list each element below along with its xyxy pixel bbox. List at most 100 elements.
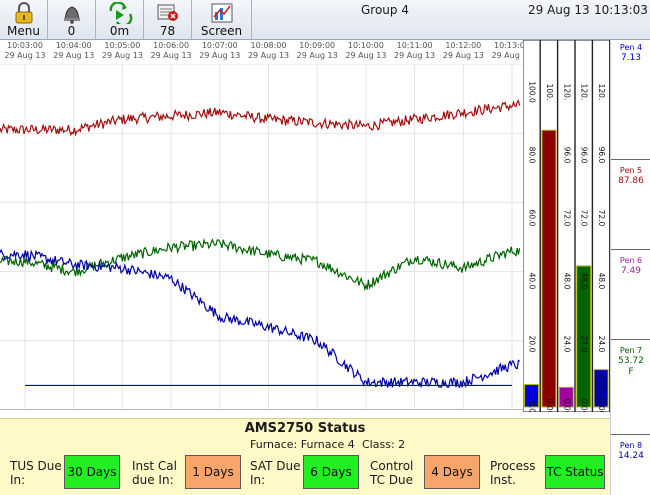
bar-scale-label: 0.00 [597,399,606,412]
tus-due-label: TUS Due In: [10,459,62,487]
pen-readout[interactable]: Pen 6 7.49 [613,255,649,277]
furnace-label: Furnace: Furnace 4 [250,438,355,451]
sat-due-button[interactable]: 6 Days [303,455,359,489]
messages-icon [157,4,178,21]
time-tick-label: 10:12:00 [445,41,482,50]
bar-scale-label: 48.0 [597,273,606,290]
bar-scale-label: 40.0 [528,273,537,290]
time-tick-label: 10:10:00 [347,41,384,50]
messages-count: 78 [159,24,176,38]
bar-scale-label: 100. [545,84,554,101]
bar-scale-label: 96.0 [562,147,571,164]
bar-scale-label: 24.0 [562,336,571,353]
bar-scale-label: 72.0 [580,210,589,227]
series-line [0,248,520,389]
alarms-button[interactable]: 0 [48,0,96,40]
pen-value: 53.72 [618,356,644,366]
pen-value: 7.49 [620,266,642,276]
screen-label: Screen [200,24,243,38]
bar-scale-label: 48.0 [580,273,589,290]
lock-icon [15,2,33,24]
menu-button[interactable]: Menu [0,0,48,40]
date-tick-label: 29 Aug 13 [442,51,484,60]
pen-name: Pen 4 [619,43,643,52]
pen-value: 87.86 [618,176,644,186]
pen-readout[interactable]: Pen 4 7.13 [613,42,649,64]
bar-scale-label: 20.0 [528,336,537,353]
process-inst-label: Process Inst. [490,459,536,487]
bar-scale-label: 24.0 [580,336,589,353]
pen-readout[interactable]: Pen 5 87.86 [613,165,649,187]
pen-divider [611,159,650,160]
bar-scale-label: 48.0 [562,273,571,290]
toolbar: Menu 0 0m 78 Screen Group 4 29 Aug 13 10… [0,0,650,40]
trend-chart [0,64,523,410]
pen-readout[interactable]: Pen 8 14.24 [613,440,649,462]
play-cycle-icon [109,2,133,24]
pen-name: Pen 5 [619,166,643,175]
bar-scale-label: 0.0 [528,401,537,412]
bar-scale-label: 0.00 [545,399,554,412]
messages-button[interactable]: 78 [144,0,192,40]
pen-name: Pen 6 [619,256,643,265]
pen-name: Pen 7 [619,346,643,355]
series-line [0,99,521,137]
time-tick-label: 10:05:00 [104,41,141,50]
time-tick-label: 10:09:00 [299,41,336,50]
bar-scale-label: 100.0 [528,81,537,103]
inst-cal-button[interactable]: 1 Days [185,455,241,489]
time-tick-label: 10:03:00 [7,41,43,50]
alarms-count: 0 [67,24,76,38]
bar-scale-label: 0.00 [562,399,571,412]
control-tc-button[interactable]: 4 Days [424,455,480,489]
inst-cal-label: Inst Cal due In: [132,459,177,487]
time-tick-label: 10:11:00 [396,41,433,50]
bar-graphs: 100.0 80.0 60.0 40.0 20.0 0.0 100. 0.00 120. 96.0… [523,40,610,412]
timer-label: 0m [109,24,130,38]
pen-name: Pen 8 [619,441,643,450]
date-tick-label: 29 Aug 13 [53,51,95,60]
date-tick-label: 29 Aug 13 [4,51,46,60]
pen-divider [611,339,650,340]
bar-scale-label: 96.0 [597,147,606,164]
pen-divider [611,249,650,250]
sat-due-label: SAT Due In: [250,459,301,487]
control-tc-label: Control TC Due [370,459,414,487]
date-tick-label: 29 Aug 13 [199,51,241,60]
date-tick-label: 29 Aug 13 [394,51,436,60]
header-date: 29 Aug 13 [528,3,590,17]
bar-scale-label: 120. [597,84,606,101]
pen-value: 7.13 [620,53,642,63]
bar-fill [541,129,557,408]
bar-scale-label: 24.0 [597,336,606,353]
pen-unit: F [628,367,634,377]
bar-scale-label: 0.00 [580,399,589,412]
status-title: AMS2750 Status [244,421,366,436]
date-tick-label: 29 Aug 13 [296,51,338,60]
chart-series [0,99,521,389]
bar-scale-label: 80.0 [528,147,537,164]
screen-button[interactable]: Screen [192,0,252,40]
bar-scale-label: 60.0 [528,210,537,227]
time-axis: 10:03:00 29 Aug 13 10:04:00 29 Aug 13 10:05:… [0,40,532,64]
pen-panel: Pen 4 7.13 Pen 5 87.86 Pen 6 7.49 Pen 7 53.72 F P… [610,40,650,495]
group-title: Group 4 [361,3,409,17]
date-tick-label: 29 Aug 13 [345,51,387,60]
date-tick-label: 29 Aug 13 [150,51,192,60]
timer-button[interactable]: 0m [96,0,144,40]
time-tick-label: 10:08:00 [250,41,287,50]
pen-readout[interactable]: Pen 7 53.72 F [613,345,649,378]
menu-label: Menu [7,24,40,38]
pen-divider [611,434,650,435]
tus-due-button[interactable]: 30 Days [64,455,120,489]
class-label: Class: 2 [362,438,406,451]
time-tick-label: 10:06:00 [153,41,190,50]
tc-status-button[interactable]: TC Status [545,455,605,489]
chart-screen-icon [211,3,233,23]
time-tick-label: 10:04:00 [55,41,92,50]
bar-scale-label: 120. [562,84,571,101]
pen-value: 14.24 [618,451,644,461]
date-tick-label: 29 Aug 13 [247,51,290,60]
ams2750-status-panel: AMS2750 Status Furnace: Furnace 4 Class:… [0,418,610,495]
bar-scale-label: 72.0 [562,210,571,227]
